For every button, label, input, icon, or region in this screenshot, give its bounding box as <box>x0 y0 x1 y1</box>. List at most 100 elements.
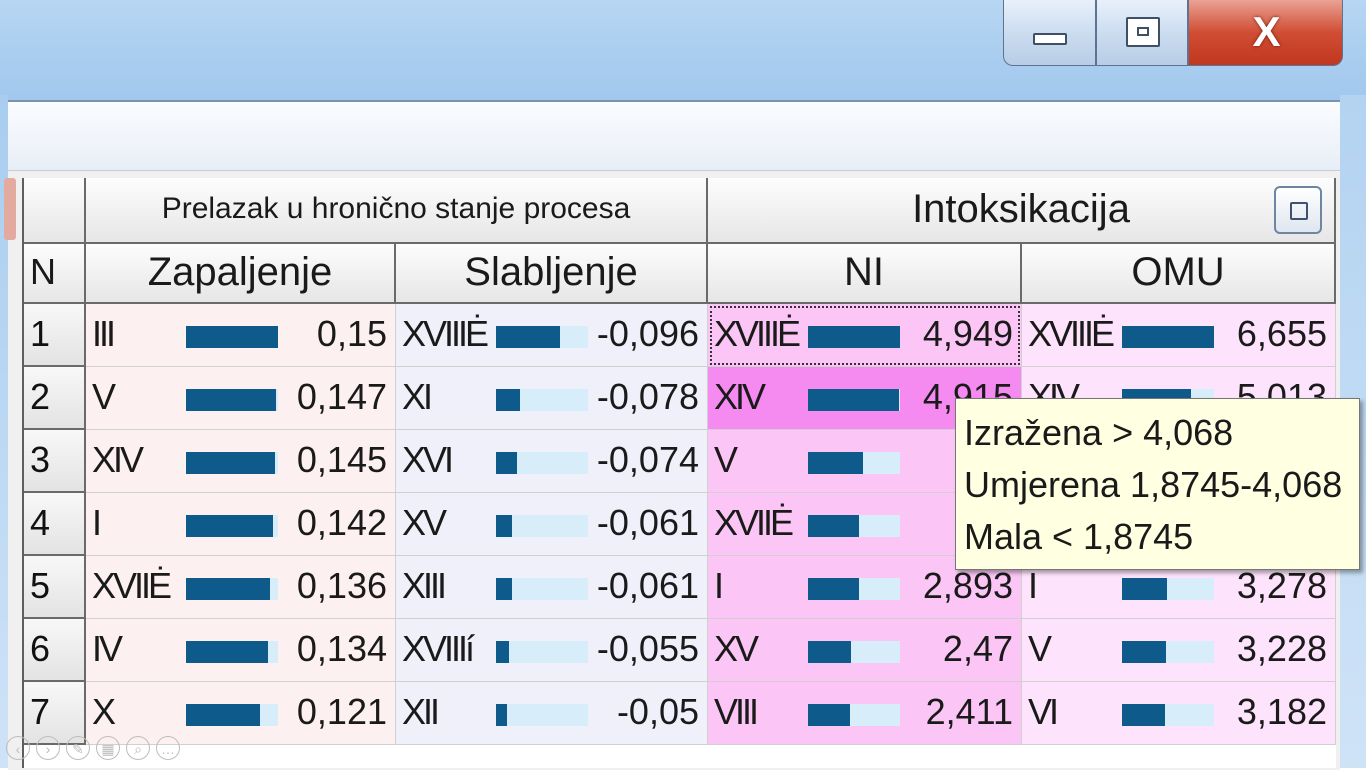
cell-bar <box>496 326 560 348</box>
grid-cell-slab[interactable]: XI -0,078 <box>396 367 708 430</box>
row-header[interactable]: 3 <box>24 430 86 493</box>
cell-bar <box>496 578 512 600</box>
grid-cell-zap[interactable]: IV 0,134 <box>86 619 396 682</box>
tooltip-line-umjerena: Umjerena 1,8745-4,068 <box>964 464 1343 505</box>
cell-value: 3,228 <box>1236 628 1327 669</box>
maximize-button[interactable] <box>1096 0 1188 66</box>
cell-bar-track <box>496 704 588 726</box>
row-header[interactable]: 5 <box>24 556 86 619</box>
tooltip-line-izrazena: Izražena > 4,068 <box>964 412 1234 453</box>
grid-cell-zap[interactable]: XVIIĖ 0,136 <box>86 556 396 619</box>
cell-label: XVIIĖ <box>92 565 172 606</box>
grid-cell-slab[interactable]: XVIIIí -0,055 <box>396 619 708 682</box>
cell-label: V <box>92 376 116 417</box>
cell-label: XI <box>402 376 433 417</box>
column-header-n[interactable]: N <box>24 244 86 304</box>
cell-bar <box>1122 326 1214 348</box>
grid-cell-omu[interactable]: V 3,228 <box>1022 619 1336 682</box>
cell-label: III <box>92 313 116 354</box>
cell-label: XV <box>402 502 447 543</box>
close-button[interactable]: X <box>1188 0 1343 66</box>
cell-value: 0,142 <box>296 502 387 543</box>
grid-cell-slab[interactable]: XII -0,05 <box>396 682 708 745</box>
cell-value: 2,47 <box>942 628 1013 669</box>
cell-label: XVIIIí <box>402 628 475 669</box>
cell-value: -0,061 <box>596 502 699 543</box>
cell-label: XVI <box>402 439 454 480</box>
grid-edge-marker <box>4 178 16 240</box>
grid-cell-slab[interactable]: XIII -0,061 <box>396 556 708 619</box>
cell-label: XVIIĖ <box>714 502 794 543</box>
grid-cell-slab[interactable]: XVI -0,074 <box>396 430 708 493</box>
cell-label: XIV <box>714 376 766 417</box>
column-header-omu[interactable]: OMU <box>1022 244 1336 304</box>
cell-bar <box>186 452 275 474</box>
row-header[interactable]: 2 <box>24 367 86 430</box>
cell-label: XIV <box>92 439 144 480</box>
cell-label: XIII <box>402 565 447 606</box>
row-header[interactable]: 4 <box>24 493 86 556</box>
tooltip-line-mala: Mala < 1,8745 <box>964 516 1194 557</box>
cell-label: VI <box>1028 691 1059 732</box>
cell-bar <box>496 704 507 726</box>
row-header[interactable]: 6 <box>24 619 86 682</box>
cell-bar <box>186 704 260 726</box>
cell-label: XVIIIĖ <box>714 313 801 354</box>
cell-bar <box>808 452 863 474</box>
cell-value: -0,074 <box>596 439 699 480</box>
cell-bar <box>808 515 859 537</box>
prev-icon[interactable]: ‹ <box>6 736 30 760</box>
cell-bar <box>186 389 276 411</box>
minimize-button[interactable] <box>1003 0 1096 66</box>
toolbar-area <box>8 102 1340 171</box>
cell-label: I <box>92 502 102 543</box>
close-icon: X <box>1252 8 1281 55</box>
grid-cell-slab[interactable]: XVIIIĖ -0,096 <box>396 304 708 367</box>
cell-value: 0,147 <box>296 376 387 417</box>
grid-cell-ni[interactable]: XV 2,47 <box>708 619 1022 682</box>
cell-value: -0,05 <box>616 691 699 732</box>
cell-bar <box>1122 704 1165 726</box>
cell-bar <box>186 578 270 600</box>
cell-value: -0,096 <box>596 313 699 354</box>
slides-icon[interactable]: ▦ <box>96 736 120 760</box>
cell-bar <box>808 389 899 411</box>
legend-tooltip: Izražena > 4,068 Umjerena 1,8745-4,068 M… <box>955 398 1360 570</box>
cell-bar <box>496 641 509 663</box>
column-header-slabljenje[interactable]: Slabljenje <box>396 244 708 304</box>
more-icon[interactable]: … <box>156 736 180 760</box>
expand-columns-icon[interactable] <box>1274 186 1322 234</box>
grid-cell-zap[interactable]: V 0,147 <box>86 367 396 430</box>
grid-cell-ni[interactable]: XVIIIĖ 4,949 <box>708 304 1022 367</box>
row-header[interactable]: 1 <box>24 304 86 367</box>
grid-cell-omu[interactable]: VI 3,182 <box>1022 682 1336 745</box>
cell-label: X <box>92 691 116 732</box>
cell-value: -0,055 <box>596 628 699 669</box>
cell-label: XVIIIĖ <box>402 313 489 354</box>
cell-bar <box>186 326 278 348</box>
grid-cell-zap[interactable]: III 0,15 <box>86 304 396 367</box>
cell-value: 0,134 <box>296 628 387 669</box>
grid-cell-omu[interactable]: XVIIIĖ 6,655 <box>1022 304 1336 367</box>
corner-header <box>24 178 86 244</box>
group-header-intoksikacija[interactable]: Intoksikacija <box>708 178 1336 244</box>
minimize-icon <box>1033 33 1067 45</box>
next-icon[interactable]: › <box>36 736 60 760</box>
grid-cell-ni[interactable]: VIII 2,411 <box>708 682 1022 745</box>
cell-bar <box>496 452 517 474</box>
group-header-prelazak[interactable]: Prelazak u hronično stanje procesa <box>86 178 708 244</box>
pen-icon[interactable]: ✎ <box>66 736 90 760</box>
grid-cell-zap[interactable]: I 0,142 <box>86 493 396 556</box>
zoom-icon[interactable]: ⌕ <box>126 736 150 760</box>
cell-bar <box>808 326 900 348</box>
column-header-zapaljenje[interactable]: Zapaljenje <box>86 244 396 304</box>
cell-label: XII <box>402 691 440 732</box>
column-header-ni[interactable]: NI <box>708 244 1022 304</box>
window-controls: X <box>1003 0 1343 68</box>
maximize-icon <box>1126 17 1160 47</box>
cell-value: 0,121 <box>296 691 387 732</box>
grid-cell-slab[interactable]: XV -0,061 <box>396 493 708 556</box>
cell-bar <box>496 515 512 537</box>
grid-cell-zap[interactable]: XIV 0,145 <box>86 430 396 493</box>
cell-value: 0,145 <box>296 439 387 480</box>
